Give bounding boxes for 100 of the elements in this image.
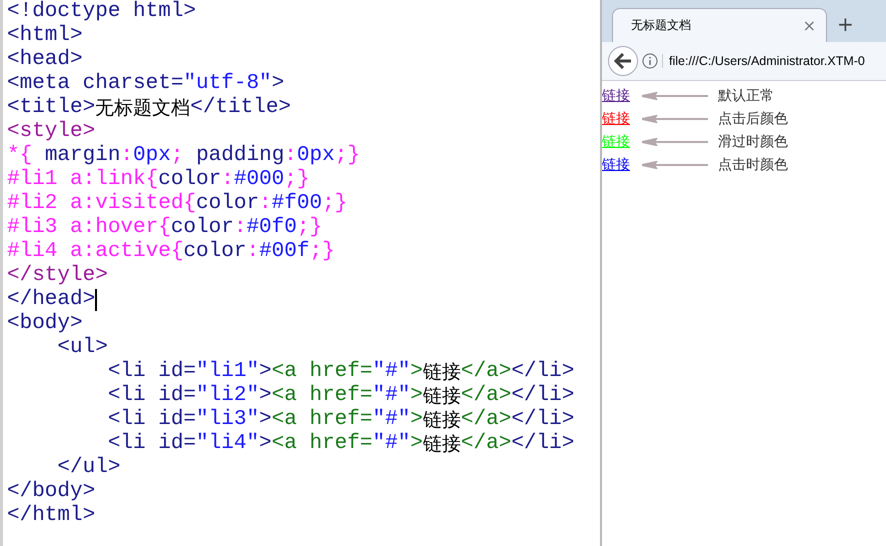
code-token: #li3 a:hover{ (7, 216, 171, 240)
code-token: <body> (7, 312, 83, 336)
code-editor[interactable] (0, 0, 602, 546)
code-token: </li> (511, 408, 574, 432)
code-token: <li id= (106, 384, 196, 408)
code-token: "li4" (196, 432, 260, 456)
text-cursor (95, 289, 98, 311)
code-token: <a href= (272, 432, 372, 456)
address-bar[interactable]: file:///C:/Users/Administrator.XTM-0 (662, 54, 865, 68)
code-token: > (410, 408, 423, 432)
code-token: #000 (234, 168, 284, 192)
code-token: ; (170, 144, 184, 168)
code-token: : (246, 240, 260, 264)
code-token: </a> (460, 432, 512, 456)
annotation-text: 点击后颜色 (718, 110, 788, 128)
left-arrow-icon (642, 160, 708, 168)
annotation-text: 默认正常 (718, 86, 774, 104)
code-token: : (120, 144, 134, 168)
code-token: </a> (460, 360, 512, 384)
code-token: </a> (460, 384, 512, 408)
code-token: *{ (7, 144, 34, 168)
code-token: : (259, 192, 272, 216)
code-token: </style> (7, 264, 108, 288)
annotation-text: 点击时颜色 (718, 156, 788, 174)
code-token: #00f (259, 240, 310, 264)
code-token: > (259, 384, 272, 408)
code-token: 链接 (422, 432, 461, 456)
code-token: </body> (7, 480, 96, 504)
code-token: "#" (372, 408, 410, 432)
code-token: > (259, 432, 272, 456)
back-arrow-icon (614, 53, 632, 69)
code-token: </ul> (56, 456, 120, 480)
code-token: </title> (190, 96, 292, 120)
code-token: > (259, 408, 272, 432)
code-token: <li id= (106, 408, 196, 432)
code-token: > (410, 384, 423, 408)
code-token: ;} (309, 240, 335, 264)
code-token: padding (196, 144, 284, 168)
code-token: <ul> (56, 336, 108, 360)
tab-title: 无标题文档 (631, 17, 691, 34)
code-token: 链接 (422, 384, 461, 408)
code-token: </a> (460, 408, 512, 432)
code-token: ;} (296, 216, 322, 240)
code-token: color (170, 216, 234, 240)
left-arrow-icon (642, 114, 708, 122)
code-token: : (234, 216, 246, 240)
code-token: #li2 a:visited{ (7, 192, 196, 216)
left-arrow-icon (642, 92, 708, 100)
link[interactable]: 链接 (602, 110, 630, 128)
code-token: > (272, 72, 284, 96)
left-arrow-icon (642, 138, 708, 146)
code-token: </li> (511, 360, 574, 384)
code-token: <li id= (106, 432, 196, 456)
browser-tab[interactable]: 无标题文档 × (612, 8, 827, 42)
close-tab-button[interactable]: × (802, 16, 816, 35)
code-token: #0f0 (246, 216, 297, 240)
code-token: </li> (511, 384, 574, 408)
code-token: "#" (372, 432, 410, 456)
code-token: > (410, 432, 423, 456)
code-token: </li> (511, 432, 574, 456)
code-token: <style> (7, 120, 96, 144)
link[interactable]: 链接 (602, 86, 630, 104)
code-token: ;} (284, 168, 310, 192)
code-token: 链接 (422, 360, 461, 384)
code-token: 无标题文档 (95, 96, 190, 120)
code-token: margin (44, 144, 120, 168)
code-token: <a href= (272, 408, 372, 432)
code-token: : (284, 144, 297, 168)
code-token: <!doctype html> (7, 0, 196, 24)
code-token: <html> (7, 24, 83, 48)
code-token: </head> (7, 288, 96, 312)
code-token: : (221, 168, 234, 192)
code-token: <a href= (272, 384, 372, 408)
code-token: #li4 a:active{ (7, 240, 184, 264)
code-token: <li id= (106, 360, 196, 384)
code-token: #li1 a:link{ (7, 168, 158, 192)
code-token: <head> (7, 48, 83, 72)
code-token: "utf-8" (183, 72, 272, 96)
code-token: "li2" (196, 384, 260, 408)
code-token: "#" (372, 384, 410, 408)
code-token: ;} (334, 144, 360, 168)
code-token: "li3" (196, 408, 260, 432)
code-token: 0px (133, 144, 171, 168)
code-token: </html> (7, 504, 96, 528)
code-token: 0px (296, 144, 335, 168)
code-token: > (410, 360, 423, 384)
code-token: #f00 (272, 192, 322, 216)
new-tab-button[interactable]: + (837, 12, 854, 36)
code-token: ;} (322, 192, 348, 216)
link[interactable]: 链接 (602, 156, 630, 174)
code-token: <title> (7, 96, 96, 120)
code-token: "#" (372, 360, 410, 384)
code-token: <a href= (272, 360, 372, 384)
code-token: color (158, 168, 222, 192)
info-icon[interactable] (642, 53, 658, 69)
annotation-text: 滑过时颜色 (718, 132, 788, 150)
back-button[interactable] (608, 46, 638, 76)
code-token: "li1" (196, 360, 260, 384)
code-token: 链接 (422, 408, 461, 432)
code-token: <meta charset= (7, 72, 184, 96)
